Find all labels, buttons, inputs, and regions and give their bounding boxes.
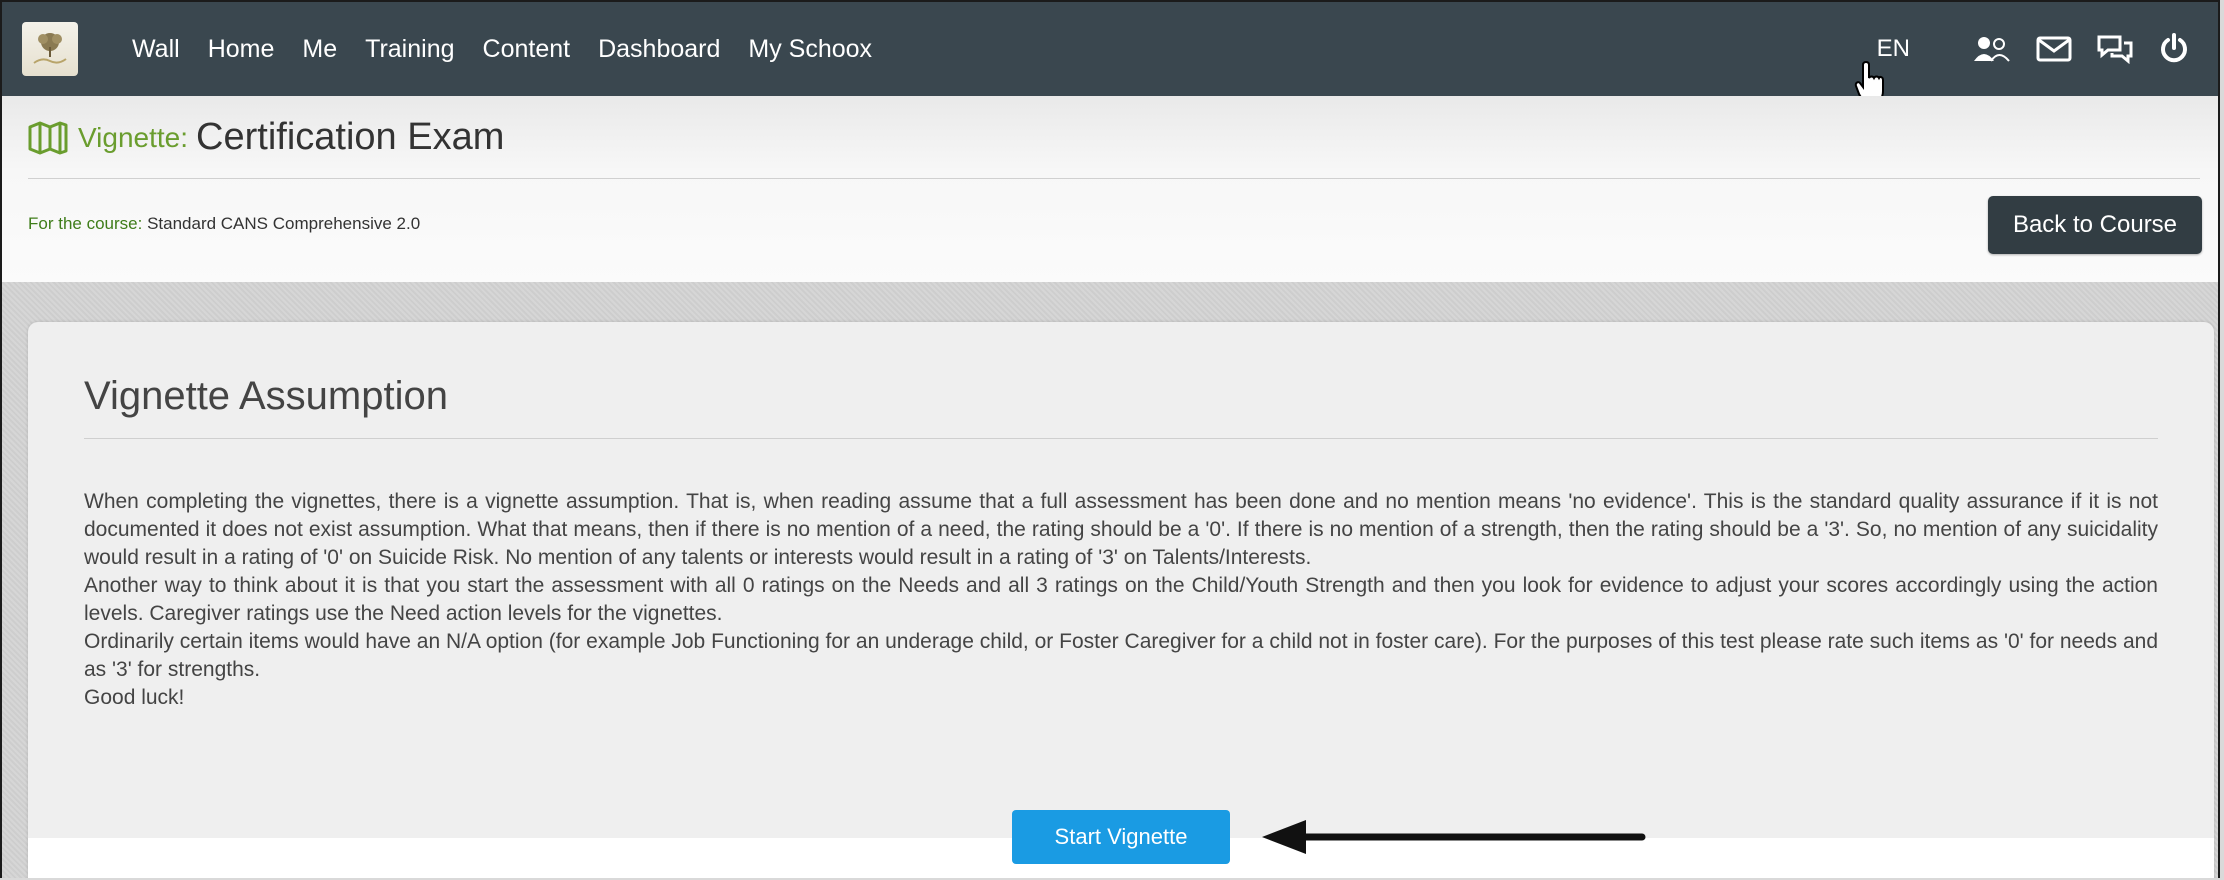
mail-icon[interactable]: [2036, 35, 2072, 63]
assumption-paragraph: When completing the vignettes, there is …: [84, 490, 2158, 569]
course-name: Standard CANS Comprehensive 2.0: [147, 214, 421, 233]
page-header: Vignette: Certification Exam For the cou…: [2, 96, 2218, 282]
back-to-course-button[interactable]: Back to Course: [1988, 196, 2202, 254]
nav-me[interactable]: Me: [302, 35, 337, 64]
app-frame: Wall Home Me Training Content Dashboard …: [0, 0, 2220, 878]
power-icon[interactable]: [2158, 33, 2190, 65]
users-icon[interactable]: [1972, 34, 2012, 64]
nav-my-schoox[interactable]: My Schoox: [748, 35, 872, 64]
nav-home[interactable]: Home: [208, 35, 275, 64]
vignette-assumption-card: Vignette Assumption When completing the …: [28, 322, 2214, 878]
start-vignette-button[interactable]: Start Vignette: [1012, 810, 1230, 864]
nav-training[interactable]: Training: [365, 35, 454, 64]
nav-content[interactable]: Content: [483, 35, 571, 64]
assumption-paragraph: Another way to think about it is that yo…: [84, 574, 2158, 625]
assumption-paragraph: Good luck!: [84, 686, 185, 709]
logo-icon: [33, 33, 67, 64]
card-divider: [84, 438, 2158, 439]
course-info: For the course: Standard CANS Comprehens…: [28, 214, 420, 234]
nav-right-tools: EN: [1877, 2, 2190, 96]
exam-title: Certification Exam: [196, 116, 505, 158]
card-title: Vignette Assumption: [84, 374, 448, 418]
arrow-left-icon: [1262, 820, 1646, 854]
nav-wall[interactable]: Wall: [132, 35, 180, 64]
nav-dashboard[interactable]: Dashboard: [598, 35, 720, 64]
top-navigation-bar: Wall Home Me Training Content Dashboard …: [2, 2, 2218, 105]
logo[interactable]: [22, 22, 78, 76]
header-divider: [28, 178, 2200, 179]
language-selector[interactable]: EN: [1877, 35, 1910, 63]
chat-icon[interactable]: [2096, 34, 2134, 64]
book-map-icon: [28, 121, 68, 154]
assumption-text: When completing the vignettes, there is …: [84, 488, 2158, 712]
main-menu: Wall Home Me Training Content Dashboard …: [132, 2, 900, 96]
page-title: Vignette: Certification Exam: [28, 116, 504, 159]
course-prefix: For the course:: [28, 214, 143, 233]
vignette-label: Vignette:: [78, 121, 189, 153]
assumption-paragraph: Ordinarily certain items would have an N…: [84, 630, 2158, 681]
